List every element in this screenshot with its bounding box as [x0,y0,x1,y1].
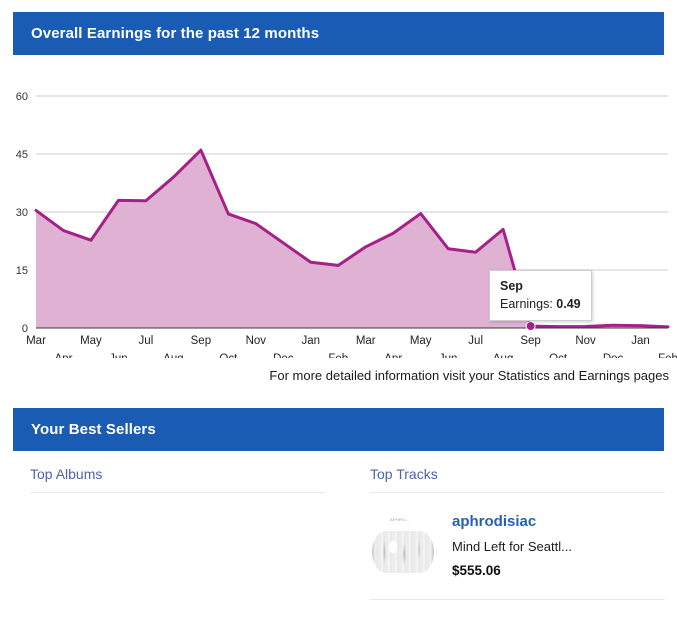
album-art-thumbnail[interactable]: APHRO... [370,511,436,577]
svg-text:Sep: Sep [191,335,211,347]
top-albums-heading: Top Albums [30,466,103,482]
chart-tooltip: Sep Earnings: 0.49 [489,270,592,322]
top-tracks-heading: Top Tracks [370,466,438,482]
tooltip-month: Sep [500,279,523,293]
tooltip-label: Earnings: [500,297,553,312]
svg-text:Nov: Nov [246,335,267,347]
svg-text:May: May [410,335,432,347]
svg-text:Oct: Oct [219,353,238,358]
svg-text:Jul: Jul [139,335,154,347]
svg-text:0: 0 [22,323,28,335]
svg-text:Sep: Sep [520,335,540,347]
tooltip-value: 0.49 [556,297,581,312]
svg-text:Apr: Apr [384,353,402,358]
top-albums-column: Top Albums [13,458,353,628]
track-artist-link[interactable]: aphrodisiac [452,513,572,530]
best-sellers-panel-header: Your Best Sellers [13,408,664,451]
list-item[interactable]: APHRO... aphrodisiac Mind Left for Seatt… [370,493,664,578]
best-sellers-body: Top Albums Top Tracks APHRO... aphrodisi… [13,458,665,628]
svg-text:45: 45 [16,149,28,161]
svg-text:Jan: Jan [302,335,321,347]
svg-text:Feb: Feb [328,353,348,358]
earnings-dashboard: Overall Earnings for the past 12 months … [0,0,677,628]
svg-text:Oct: Oct [549,353,568,358]
svg-text:Feb: Feb [658,353,677,358]
svg-text:Apr: Apr [55,353,73,358]
top-tracks-divider-bottom [370,599,665,600]
svg-text:May: May [80,335,102,347]
best-sellers-title: Your Best Sellers [31,421,156,438]
album-art-image [372,531,434,573]
svg-text:15: 15 [16,265,28,277]
chart-footer-note: For more detailed information visit your… [269,368,669,383]
svg-text:Aug: Aug [493,353,513,358]
svg-text:Mar: Mar [26,335,46,347]
svg-text:Dec: Dec [273,353,294,358]
svg-text:60: 60 [16,91,28,103]
svg-text:Mar: Mar [356,335,376,347]
overall-earnings-panel-header: Overall Earnings for the past 12 months [13,12,664,55]
svg-text:Jan: Jan [631,335,650,347]
svg-text:Dec: Dec [603,353,624,358]
svg-text:Aug: Aug [163,353,183,358]
tooltip-body: Earnings: 0.49 [500,295,581,313]
top-tracks-column: Top Tracks APHRO... aphrodisiac Mind Lef… [353,458,665,628]
overall-earnings-title: Overall Earnings for the past 12 months [31,25,320,42]
track-details: aphrodisiac Mind Left for Seattl... $555… [452,511,572,578]
top-albums-divider [30,492,325,493]
track-name: Mind Left for Seattl... [452,539,572,554]
svg-text:Jun: Jun [109,353,128,358]
svg-text:30: 30 [16,207,28,219]
svg-text:Jun: Jun [439,353,458,358]
svg-text:Jul: Jul [468,335,483,347]
album-art-caption: APHRO... [390,517,410,522]
track-earnings-amount: $555.06 [452,563,501,578]
svg-text:Nov: Nov [575,335,596,347]
